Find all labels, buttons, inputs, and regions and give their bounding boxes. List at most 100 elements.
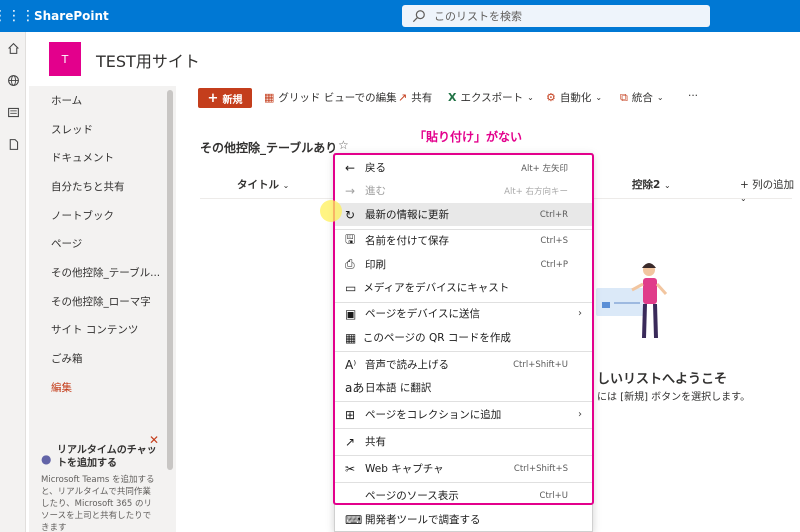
menu-item-view-source[interactable]: ページのソース表示 Ctrl+U bbox=[335, 484, 594, 507]
arrow-right-icon: → bbox=[345, 183, 356, 198]
nav-item-documents[interactable]: ドキュメント bbox=[29, 143, 164, 172]
read-aloud-icon: A⁾ bbox=[345, 357, 357, 372]
grid-edit-button[interactable]: ▦ グリッド ビューでの編集 bbox=[264, 90, 397, 105]
new-button-label: 新規 bbox=[222, 94, 243, 106]
news-icon[interactable] bbox=[0, 96, 26, 128]
menu-item-save-as[interactable]: 🖫 名前を付けて保存 Ctrl+S bbox=[335, 229, 594, 252]
automate-button[interactable]: ⚙ 自動化 ⌄ bbox=[546, 90, 602, 105]
nav-item-recycle-bin[interactable]: ごみ箱 bbox=[29, 344, 164, 373]
menu-label: このページの QR コードを作成 bbox=[362, 332, 511, 344]
menu-item-back[interactable]: ← 戻る Alt+ 左矢印 bbox=[335, 156, 594, 179]
menu-separator bbox=[335, 428, 594, 429]
chat-promo-description: Microsoft Teams を追加すると、リアルタイムで共同作業したり、Mi… bbox=[41, 475, 155, 532]
site-logo[interactable]: T bbox=[49, 42, 81, 76]
column-deduction2-label: 控除2 bbox=[632, 179, 661, 191]
annotation-no-paste: 「貼り付け」がない bbox=[414, 130, 523, 144]
nav-item-site-contents[interactable]: サイト コンテンツ bbox=[29, 316, 164, 345]
nav-edit-link[interactable]: 編集 bbox=[29, 373, 164, 402]
menu-item-web-capture[interactable]: ✂ Web キャプチャ Ctrl+Shift+S bbox=[335, 457, 594, 480]
menu-item-send-to-device[interactable]: ▣ ページをデバイスに送信 › bbox=[335, 302, 594, 325]
menu-shortcut: Ctrl+P bbox=[540, 259, 568, 270]
export-label: エクスポート bbox=[460, 92, 524, 104]
chevron-down-icon: ⌄ bbox=[663, 181, 671, 190]
print-icon: ⎙ bbox=[345, 257, 355, 271]
nav-item-threads[interactable]: スレッド bbox=[29, 115, 164, 144]
share-icon: ↗ bbox=[398, 91, 408, 104]
menu-item-forward[interactable]: → 進む Alt+ 右方向キー bbox=[335, 179, 594, 202]
nav-item-pages[interactable]: ページ bbox=[29, 229, 164, 258]
welcome-heading: しいリストへようこそ bbox=[597, 372, 728, 387]
chevron-down-icon: ⌄ bbox=[595, 93, 603, 102]
integrate-button[interactable]: ⧉ 統合 ⌄ bbox=[620, 90, 664, 105]
integrate-icon: ⧉ bbox=[620, 90, 628, 104]
nav-item-deduction-table[interactable]: その他控除_テーブル... bbox=[29, 258, 164, 287]
menu-item-refresh[interactable]: ↻ 最新の情報に更新 Ctrl+R bbox=[335, 203, 594, 226]
nav-item-shared[interactable]: 自分たちと共有 bbox=[29, 172, 164, 201]
welcome-illustration bbox=[596, 263, 668, 339]
column-header-title[interactable]: タイトル ⌄ bbox=[237, 177, 289, 192]
welcome-subtext: には [新規] ボタンを選択します。 bbox=[597, 392, 751, 403]
plus-icon: + bbox=[207, 90, 219, 106]
site-header: T TEST用サイト bbox=[26, 32, 800, 86]
menu-label: 共有 bbox=[365, 436, 386, 448]
menu-item-cast[interactable]: ▭ メディアをデバイスにキャスト bbox=[335, 276, 594, 299]
web-capture-icon: ✂ bbox=[345, 461, 356, 476]
home-icon[interactable] bbox=[0, 32, 26, 64]
send-device-icon: ▣ bbox=[345, 306, 357, 321]
chevron-right-icon: › bbox=[578, 409, 582, 420]
column-title-label: タイトル bbox=[237, 179, 279, 191]
menu-item-add-to-collection[interactable]: ⊞ ページをコレクションに追加 › bbox=[335, 403, 594, 426]
search-icon bbox=[412, 10, 425, 23]
file-icon[interactable] bbox=[0, 128, 26, 160]
add-column-label: 列の追加 bbox=[752, 179, 795, 191]
nav-scrollbar[interactable] bbox=[164, 86, 176, 532]
command-bar: + 新規 ▦ グリッド ビューでの編集 ↗ 共有 X エクスポート ⌄ ⚙ 自動化 ⌄ ⧉ 統合… bbox=[176, 86, 800, 112]
nav-item-notebook[interactable]: ノートブック bbox=[29, 201, 164, 230]
star-icon[interactable]: ☆ bbox=[338, 138, 349, 152]
column-header-deduction2[interactable]: 控除2 ⌄ bbox=[632, 177, 671, 192]
brand-name[interactable]: SharePoint bbox=[34, 9, 109, 23]
nav-scroll-thumb[interactable] bbox=[167, 90, 173, 470]
menu-label: 印刷 bbox=[365, 259, 386, 271]
plus-icon: + bbox=[740, 179, 749, 191]
search-box[interactable]: このリストを検索 bbox=[402, 5, 710, 27]
add-column-button[interactable]: + 列の追加 ⌄ bbox=[740, 177, 800, 204]
menu-label: ページをコレクションに追加 bbox=[365, 409, 502, 421]
menu-shortcut: Ctrl+U bbox=[539, 490, 568, 501]
menu-item-qr-code[interactable]: ▦ このページの QR コードを作成 bbox=[335, 326, 594, 349]
menu-shortcut: Alt+ 左矢印 bbox=[521, 163, 568, 174]
excel-icon: X bbox=[448, 91, 457, 104]
export-button[interactable]: X エクスポート ⌄ bbox=[448, 90, 534, 105]
menu-item-print[interactable]: ⎙ 印刷 Ctrl+P bbox=[335, 253, 594, 276]
grid-edit-label: グリッド ビューでの編集 bbox=[278, 92, 397, 104]
list-title[interactable]: その他控除_テーブルあり bbox=[200, 139, 337, 156]
menu-item-translate[interactable]: aあ 日本語 に翻訳 bbox=[335, 376, 594, 399]
menu-separator bbox=[335, 455, 594, 456]
share-label: 共有 bbox=[411, 92, 433, 104]
chat-promo-title[interactable]: リアルタイムのチャットを追加する bbox=[57, 444, 157, 470]
share-button[interactable]: ↗ 共有 bbox=[398, 90, 432, 105]
nav-item-deduction-romaji[interactable]: その他控除_ローマ字 bbox=[29, 287, 164, 316]
automate-label: 自動化 bbox=[559, 92, 592, 104]
menu-label: 戻る bbox=[365, 162, 386, 174]
chevron-down-icon: ⌄ bbox=[282, 181, 290, 190]
grid-icon: ▦ bbox=[264, 91, 275, 104]
app-launcher-icon[interactable]: ⋮⋮⋮ bbox=[0, 0, 35, 32]
nav-item-home[interactable]: ホーム bbox=[29, 86, 164, 115]
menu-item-devtools[interactable]: ⌨ 開発者ツールで調査する bbox=[335, 508, 594, 531]
menu-label: 開発者ツールで調査する bbox=[365, 514, 481, 526]
menu-item-read-aloud[interactable]: A⁾ 音声で読み上げる Ctrl+Shift+U bbox=[335, 353, 594, 376]
menu-separator bbox=[335, 482, 594, 483]
menu-label: Web キャプチャ bbox=[365, 463, 444, 475]
globe-icon[interactable] bbox=[0, 64, 26, 96]
menu-label: メディアをデバイスにキャスト bbox=[363, 282, 510, 294]
share-icon: ↗ bbox=[345, 434, 356, 449]
more-button[interactable]: ··· bbox=[688, 90, 698, 102]
menu-item-share[interactable]: ↗ 共有 bbox=[335, 430, 594, 453]
close-icon[interactable]: ✕ bbox=[149, 433, 159, 447]
new-button[interactable]: + 新規 bbox=[198, 88, 252, 108]
site-title[interactable]: TEST用サイト bbox=[96, 48, 200, 72]
menu-separator bbox=[335, 351, 594, 352]
chevron-down-icon: ⌄ bbox=[527, 93, 534, 102]
cursor-highlight bbox=[320, 200, 342, 222]
